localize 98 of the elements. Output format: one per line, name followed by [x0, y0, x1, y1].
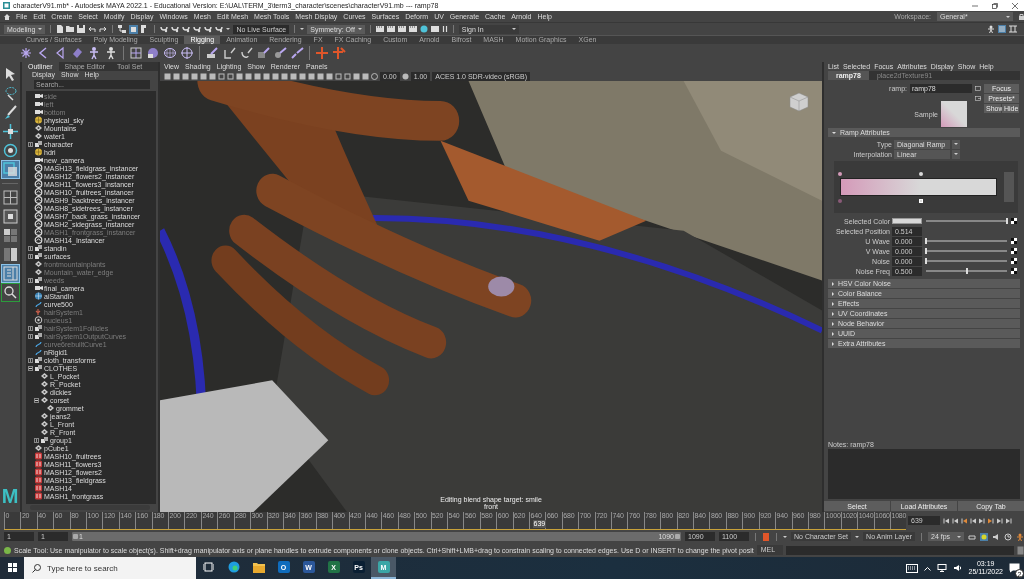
expand-toggle[interactable]	[28, 277, 33, 283]
search-icon	[32, 563, 41, 573]
group-icon	[34, 276, 43, 284]
command-field[interactable]	[785, 545, 1014, 555]
auto-key-icon[interactable]	[980, 532, 988, 541]
magnet-icon[interactable]	[193, 25, 202, 33]
skip-forward-icon[interactable]	[1005, 517, 1013, 525]
ramp-color-handle[interactable]	[918, 199, 923, 203]
expand-toggle[interactable]	[28, 357, 33, 363]
figure-icon[interactable]	[104, 46, 118, 60]
undo-icon[interactable]	[88, 25, 97, 33]
play-back-icon[interactable]	[969, 517, 977, 525]
close-icon[interactable]	[1012, 2, 1018, 9]
ramp-position-handle[interactable]	[918, 172, 923, 176]
rotate-tool[interactable]	[1, 142, 19, 159]
expand-toggle[interactable]	[28, 365, 33, 371]
lattice-icon[interactable]	[163, 46, 177, 60]
magnet-icon[interactable]	[160, 25, 169, 33]
figure-icon[interactable]	[1016, 532, 1024, 541]
brush-icon[interactable]	[239, 46, 253, 60]
keyboard-icon[interactable]	[906, 563, 919, 573]
speaker-icon[interactable]	[953, 564, 963, 572]
redo-icon[interactable]	[99, 25, 108, 33]
object-mode-icon[interactable]	[129, 24, 139, 34]
ramp-position-handle[interactable]	[838, 172, 842, 176]
expand-toggle[interactable]	[28, 245, 33, 251]
curve-icon	[34, 300, 43, 308]
split-panel-button[interactable]	[1, 246, 19, 263]
globe-icon	[34, 116, 43, 124]
asterisk-icon[interactable]	[19, 46, 33, 60]
brush-icon[interactable]	[290, 46, 304, 60]
notification-icon[interactable]	[1009, 563, 1020, 573]
checker-icon[interactable]	[1011, 218, 1017, 224]
layout-icon[interactable]	[1009, 25, 1017, 33]
strand-icon	[34, 308, 43, 316]
logo: M	[1, 486, 19, 506]
expand-toggle[interactable]	[34, 397, 39, 403]
play-icon[interactable]	[978, 517, 986, 525]
move-tool[interactable]	[1, 123, 19, 140]
globe-icon	[34, 292, 43, 300]
key-back-icon[interactable]	[960, 517, 968, 525]
magnet-icon[interactable]	[215, 25, 224, 33]
task-view-icon	[203, 562, 214, 572]
expand-toggle[interactable]	[28, 253, 33, 259]
search-field[interactable]: Type here to search	[24, 557, 196, 579]
magnet-icon[interactable]	[182, 25, 191, 33]
crosshair-icon[interactable]	[180, 46, 194, 60]
save-icon[interactable]	[77, 25, 86, 33]
windows-logo-icon[interactable]	[7, 562, 17, 572]
magnet-icon[interactable]	[204, 25, 213, 33]
search-button[interactable]	[1, 284, 19, 301]
brush-icon[interactable]	[273, 46, 287, 60]
atom-icon	[34, 316, 43, 324]
new-file-icon[interactable]	[56, 25, 64, 33]
aperture-icon[interactable]	[371, 72, 378, 80]
quad-panel-button[interactable]	[1, 227, 19, 244]
expand-toggle[interactable]	[34, 437, 39, 443]
figure-icon[interactable]	[87, 46, 101, 60]
notes-field[interactable]	[828, 449, 1020, 499]
expand-toggle[interactable]	[28, 141, 33, 147]
color-swatch[interactable]	[892, 218, 922, 224]
node-icon	[34, 444, 43, 452]
ramp-gradient[interactable]	[840, 178, 997, 196]
folder-icon	[252, 561, 265, 573]
browser-icon	[227, 561, 240, 573]
key-forward-icon[interactable]	[987, 517, 995, 525]
ramp-color-handle[interactable]	[838, 199, 842, 203]
cross-icon[interactable]	[315, 46, 329, 60]
time-slider[interactable]	[4, 512, 906, 530]
pause-icon[interactable]	[441, 25, 448, 33]
brush-icon[interactable]	[205, 46, 219, 60]
step-back-icon[interactable]	[951, 517, 959, 525]
brush-icon[interactable]	[256, 46, 270, 60]
figure-icon[interactable]	[987, 25, 995, 33]
step-forward-icon[interactable]	[996, 517, 1004, 525]
caret-icon[interactable]	[924, 565, 932, 571]
ribbon-icon[interactable]	[70, 46, 84, 60]
folder-icon[interactable]	[66, 25, 75, 33]
hierarchy-icon[interactable]	[118, 25, 127, 33]
globe-icon	[34, 148, 43, 156]
restore-icon[interactable]	[992, 2, 998, 9]
clock-icon[interactable]	[1004, 532, 1012, 541]
group-icon	[34, 140, 43, 148]
network-icon[interactable]	[937, 564, 948, 572]
slider-thumb[interactable]	[965, 267, 968, 274]
cross-icon[interactable]	[332, 46, 346, 60]
magnet-icon[interactable]	[171, 25, 180, 33]
four-panel-button[interactable]	[1, 189, 19, 206]
expand-toggle[interactable]	[28, 333, 33, 339]
lock-icon	[1019, 13, 1024, 20]
skip-back-icon[interactable]	[942, 517, 950, 525]
expand-toggle[interactable]	[28, 325, 33, 331]
group-icon	[40, 436, 49, 444]
home-icon[interactable]	[4, 13, 10, 20]
sample-swatch	[941, 101, 967, 127]
single-panel-button[interactable]	[1, 208, 19, 225]
speaker-icon[interactable]	[992, 532, 1000, 541]
brush-icon[interactable]	[222, 46, 236, 60]
